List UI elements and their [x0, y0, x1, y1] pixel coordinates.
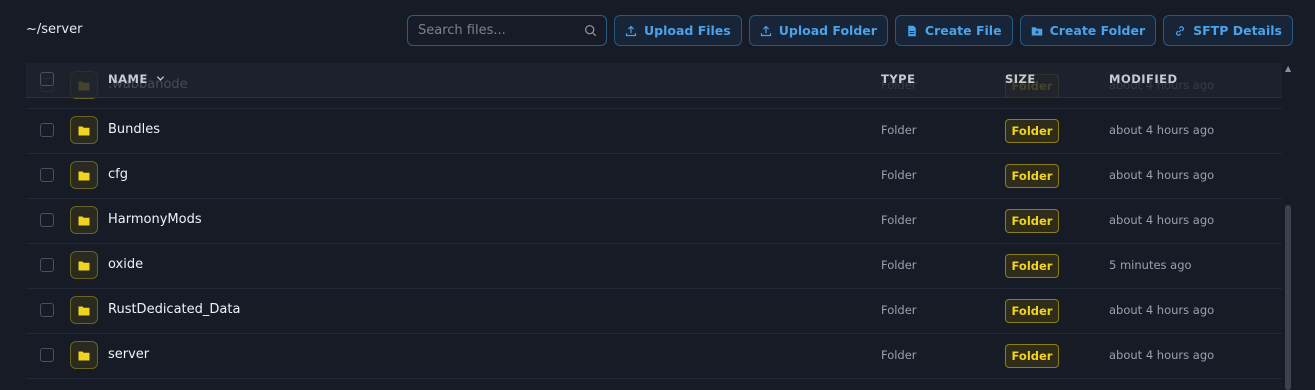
- create-folder-button[interactable]: Create Folder: [1019, 15, 1157, 46]
- create-file-label: Create File: [924, 23, 1002, 38]
- folder-icon: [70, 296, 98, 324]
- folder-icon: [70, 341, 98, 369]
- table-row[interactable]: HarmonyMods Folder Folder about 4 hours ago: [26, 198, 1282, 244]
- folder-icon: [70, 116, 98, 144]
- table-row[interactable]: cfg Folder Folder about 4 hours ago: [26, 153, 1282, 199]
- modified-time: about 4 hours ago: [1109, 348, 1215, 362]
- row-checkbox[interactable]: [40, 168, 54, 182]
- upload-folder-label: Upload Folder: [778, 23, 877, 38]
- table-header: NAME TYPE SIZE MODIFIED: [26, 63, 1282, 98]
- upload-icon: [760, 25, 771, 36]
- modified-time: about 4 hours ago: [1109, 213, 1215, 227]
- create-file-button[interactable]: Create File: [894, 15, 1013, 46]
- size-badge: Folder: [1005, 119, 1059, 143]
- search-input[interactable]: [407, 16, 588, 45]
- folder-icon: [70, 161, 98, 189]
- row-checkbox[interactable]: [40, 213, 54, 227]
- size-badge: Folder: [1005, 299, 1059, 323]
- file-type: Folder: [881, 348, 917, 362]
- column-name-header[interactable]: NAME: [108, 72, 165, 86]
- file-name[interactable]: RustDedicated_Data: [108, 302, 240, 317]
- link-icon: [1176, 25, 1185, 36]
- modified-time: about 4 hours ago: [1109, 123, 1215, 137]
- select-all-checkbox[interactable]: [40, 72, 54, 86]
- folder-icon: [70, 251, 98, 279]
- file-name[interactable]: cfg: [108, 167, 128, 182]
- row-checkbox[interactable]: [40, 348, 54, 362]
- file-type: Folder: [881, 123, 917, 137]
- table-row[interactable]: oxide Folder Folder 5 minutes ago: [26, 243, 1282, 289]
- file-name[interactable]: HarmonyMods: [108, 212, 202, 227]
- table-row[interactable]: Bundles Folder Folder about 4 hours ago: [26, 108, 1282, 154]
- row-checkbox[interactable]: [40, 303, 54, 317]
- modified-time: about 4 hours ago: [1109, 303, 1215, 317]
- column-modified-header[interactable]: MODIFIED: [1109, 72, 1178, 86]
- row-checkbox[interactable]: [40, 123, 54, 137]
- size-badge: Folder: [1005, 344, 1059, 368]
- folder-icon: [70, 206, 98, 234]
- modified-time: about 4 hours ago: [1109, 168, 1215, 182]
- size-badge: Folder: [1005, 254, 1059, 278]
- sftp-details-button[interactable]: SFTP Details: [1163, 15, 1293, 46]
- file-manager: ~/server Upload Files Upload Folder: [0, 0, 1315, 390]
- sftp-details-label: SFTP Details: [1193, 23, 1282, 38]
- modified-time: 5 minutes ago: [1109, 258, 1192, 272]
- upload-files-label: Upload Files: [643, 23, 731, 38]
- file-type: Folder: [881, 168, 917, 182]
- table-row[interactable]: RustDedicated_Data Folder Folder about 4 ho…: [26, 288, 1282, 334]
- folder-plus-icon: [1031, 26, 1042, 35]
- file-type: Folder: [881, 303, 917, 317]
- size-badge: Folder: [1005, 164, 1059, 188]
- upload-icon: [625, 25, 637, 36]
- upload-files-button[interactable]: Upload Files: [613, 15, 742, 46]
- size-badge: Folder: [1005, 209, 1059, 233]
- toolbar: Upload Files Upload Folder Create File C…: [406, 15, 1293, 46]
- create-folder-label: Create Folder: [1049, 23, 1146, 38]
- file-name[interactable]: oxide: [108, 257, 143, 272]
- column-size-header[interactable]: SIZE: [1005, 72, 1036, 86]
- search-box: [406, 15, 607, 46]
- upload-folder-button[interactable]: Upload Folder: [748, 15, 888, 46]
- file-name[interactable]: Bundles: [108, 122, 160, 137]
- file-table: NAME TYPE SIZE MODIFIED .wabbanodeFolder…: [26, 63, 1282, 390]
- row-checkbox[interactable]: [40, 258, 54, 272]
- current-path: ~/server: [26, 22, 83, 37]
- chevron-down-icon: [157, 76, 165, 81]
- file-type: Folder: [881, 258, 917, 272]
- file-icon: [908, 25, 916, 36]
- table-row[interactable]: server Folder Folder about 4 hours ago: [26, 333, 1282, 379]
- file-name[interactable]: server: [108, 347, 149, 362]
- column-name-label: NAME: [108, 72, 148, 86]
- column-type-header[interactable]: TYPE: [881, 72, 915, 86]
- scrollbar-thumb[interactable]: [1285, 205, 1291, 390]
- scroll-up-arrow-icon[interactable]: ▲: [1285, 64, 1291, 73]
- search-icon[interactable]: [584, 24, 597, 37]
- file-type: Folder: [881, 213, 917, 227]
